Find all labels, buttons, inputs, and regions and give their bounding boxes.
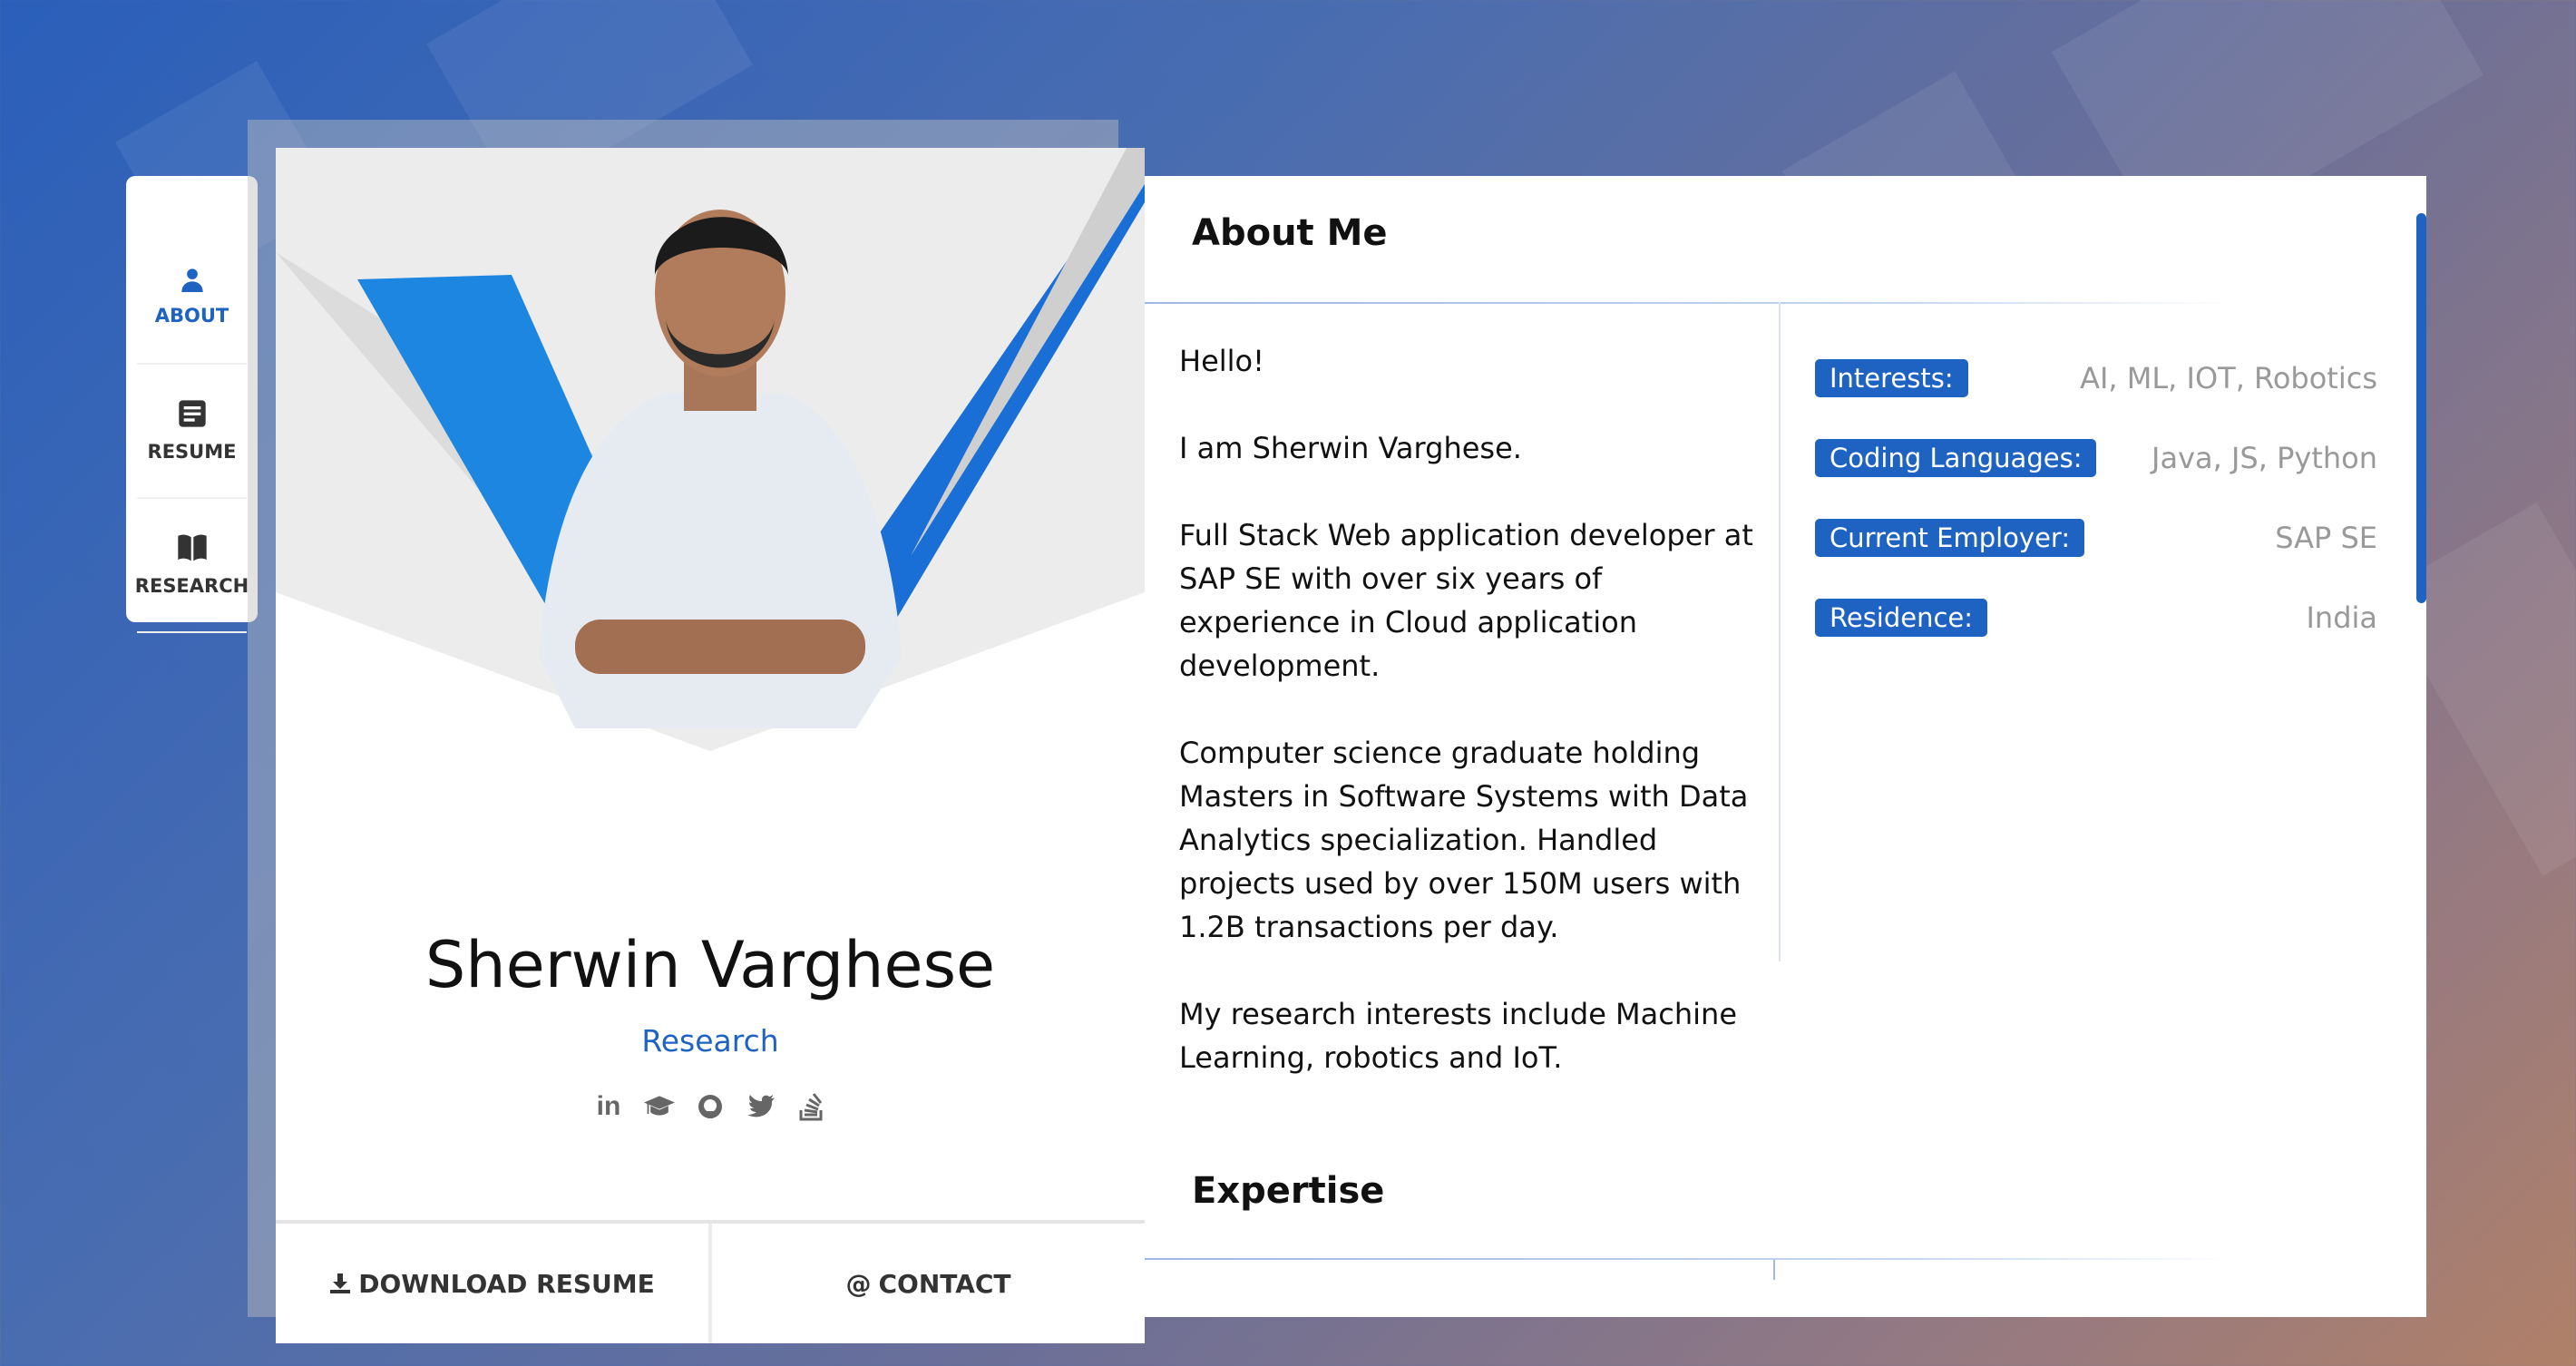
bio-paragraph: Computer science graduate holding Master…	[1179, 736, 1749, 944]
bio-paragraph: My research interests include Machine Le…	[1179, 997, 1737, 1075]
user-icon	[181, 268, 203, 292]
bio-paragraph: Full Stack Web application developer at …	[1179, 518, 1753, 683]
bio-paragraph: I am Sherwin Varghese.	[1179, 431, 1522, 465]
profile-name: Sherwin Varghese	[424, 928, 996, 1002]
divider	[1779, 302, 1781, 961]
bio-paragraph: Hello!	[1179, 344, 1264, 378]
nav-label: RESUME	[147, 441, 237, 463]
divider	[1145, 302, 2233, 304]
fact-row: Interests: AI, ML, IOT, Robotics	[1815, 338, 2377, 418]
fact-row: Residence: India	[1815, 578, 2377, 658]
download-resume-button[interactable]: DOWNLOAD RESUME	[276, 1224, 712, 1343]
profile-photo	[276, 148, 1145, 783]
download-icon	[330, 1273, 351, 1293]
contact-button[interactable]: @ CONTACT	[712, 1224, 1145, 1343]
twitter-icon[interactable]	[746, 1091, 776, 1122]
document-icon	[178, 400, 206, 427]
fact-label: Current Employer:	[1815, 519, 2085, 557]
stackoverflow-icon[interactable]	[796, 1091, 827, 1122]
download-resume-label: DOWNLOAD RESUME	[358, 1268, 655, 1299]
fact-value: SAP SE	[2275, 521, 2377, 555]
fact-value: Java, JS, Python	[2152, 441, 2377, 475]
facts-list: Interests: AI, ML, IOT, Robotics Coding L…	[1815, 338, 2377, 658]
graduation-cap-icon[interactable]	[644, 1091, 675, 1122]
profile-role-link[interactable]: Research	[276, 1023, 1145, 1059]
profile-card: Sherwin Varghese Research in DOWNLOAD RE…	[276, 148, 1145, 1343]
scrollbar[interactable]	[2416, 213, 2426, 603]
contact-label: CONTACT	[878, 1268, 1011, 1299]
about-bio: Hello! I am Sherwin Varghese. Full Stack…	[1179, 339, 1760, 1123]
nav-item-resume[interactable]: RESUME	[137, 365, 247, 499]
at-icon: @	[845, 1268, 872, 1299]
nav-label: RESEARCH	[134, 575, 249, 597]
fact-label: Coding Languages:	[1815, 439, 2097, 477]
social-links: in	[276, 1091, 1145, 1122]
nav-item-research[interactable]: RESEARCH	[134, 499, 249, 633]
fact-row: Coding Languages: Java, JS, Python	[1815, 418, 2377, 498]
github-icon[interactable]	[695, 1091, 726, 1122]
about-panel: About Me Hello! I am Sherwin Varghese. F…	[1145, 176, 2426, 1317]
divider	[1773, 1260, 1775, 1280]
fact-label: Residence:	[1815, 599, 1988, 637]
fact-row: Current Employer: SAP SE	[1815, 498, 2377, 578]
nav-item-about[interactable]: ABOUT	[137, 230, 247, 365]
fact-value: India	[2306, 600, 2377, 635]
nav-label: ABOUT	[154, 305, 229, 327]
divider	[1145, 1258, 2233, 1260]
book-icon	[177, 534, 207, 561]
side-nav: ABOUT RESUME RESEARCH	[126, 176, 258, 633]
about-heading: About Me	[1172, 207, 1388, 261]
expertise-heading: Expertise	[1171, 1165, 1385, 1219]
fact-label: Interests:	[1815, 359, 1968, 397]
linkedin-icon[interactable]: in	[593, 1091, 624, 1122]
fact-value: AI, ML, IOT, Robotics	[2080, 361, 2377, 395]
